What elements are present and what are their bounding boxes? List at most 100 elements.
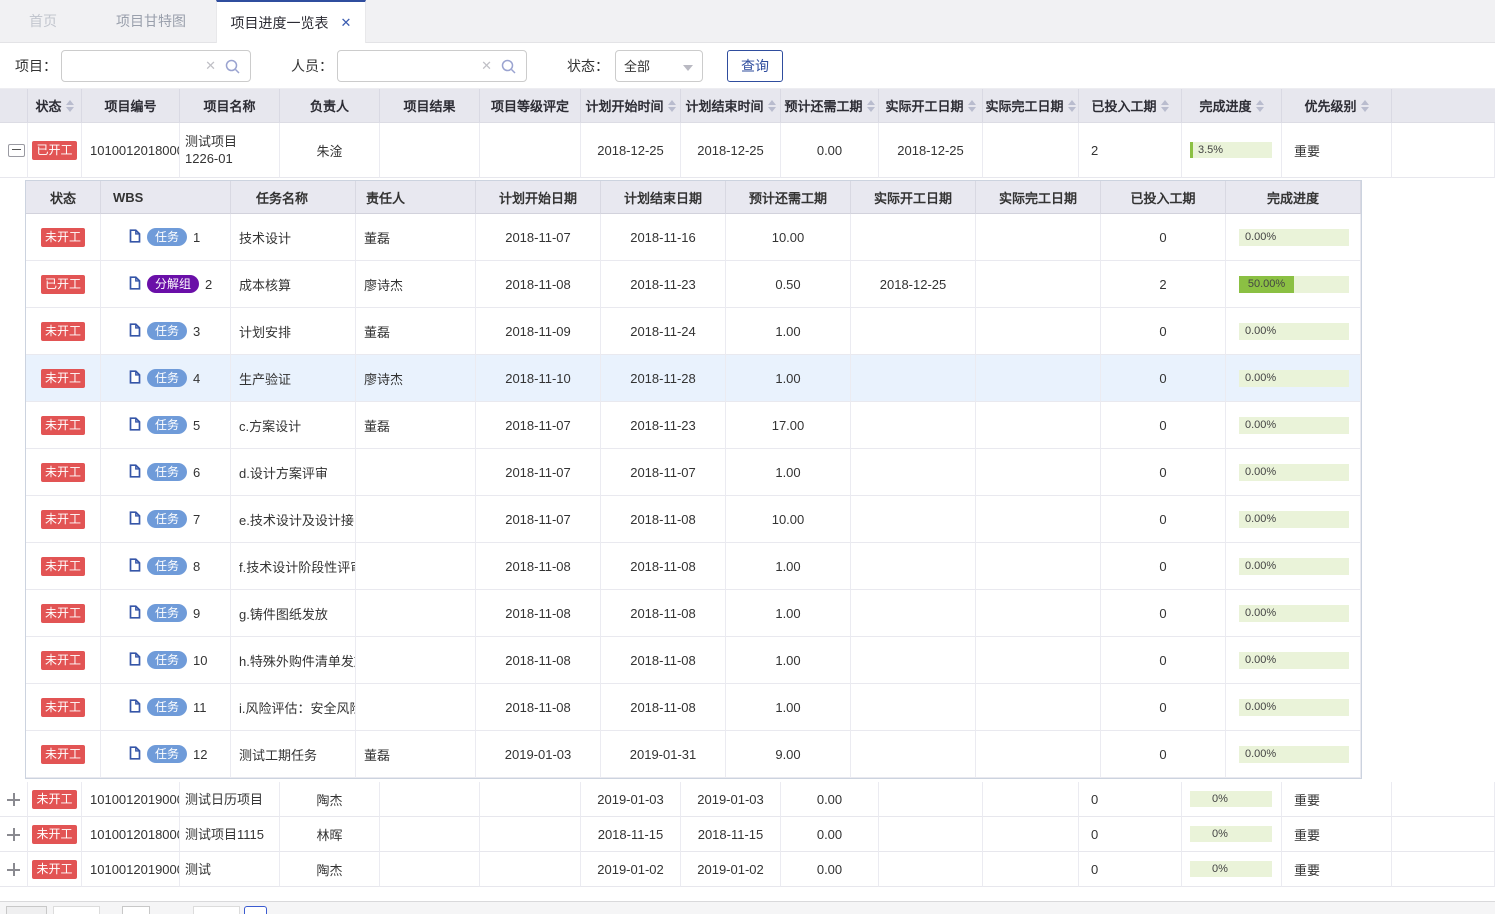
pagination-next-button[interactable] (193, 906, 240, 914)
task-cell-actual_finish (976, 496, 1101, 543)
sort-up-arrow (66, 100, 74, 105)
cell-text: 2018-11-23 (630, 418, 696, 433)
task-cell-invested: 0 (1101, 214, 1226, 261)
task-row[interactable]: 未开工任务6d.设计方案评审2018-11-072018-11-071.0000… (26, 449, 1361, 496)
task-row[interactable]: 未开工任务7e.技术设计及设计接口2018-11-072018-11-0810.… (26, 496, 1361, 543)
task-row[interactable]: 未开工任务1技术设计董磊2018-11-072018-11-1610.0000.… (26, 214, 1361, 261)
cell-text: 0 (1159, 324, 1166, 339)
task-cell-task: 生产验证 (231, 355, 356, 402)
task-cell-plan_end: 2019-01-31 (601, 731, 726, 778)
cell-text: 2018-11-07 (505, 512, 571, 527)
cell-actual_start: 2018-12-25 (879, 123, 983, 178)
sort-up-arrow (867, 100, 875, 105)
task-row[interactable]: 未开工任务4生产验证廖诗杰2018-11-102018-11-281.0000.… (26, 355, 1361, 402)
cell-text: 2018-11-08 (630, 512, 696, 527)
task-cell-owner (356, 637, 476, 684)
progress-bar: 0.00% (1239, 229, 1349, 246)
cell-text: 计划安排 (239, 322, 291, 341)
task-row[interactable]: 未开工任务3计划安排董磊2018-11-092018-11-241.0000.0… (26, 308, 1361, 355)
tab-progress-list[interactable]: 项目进度一览表 ✕ (216, 0, 366, 43)
column-header-plan_end[interactable]: 计划结束时间 (681, 89, 781, 123)
task-type-pill: 分解组 (147, 275, 199, 293)
task-cell-wbs: 任务3 (101, 308, 231, 355)
query-button[interactable]: 查询 (727, 50, 783, 82)
column-header-invested[interactable]: 已投入工期 (1079, 89, 1182, 123)
clear-icon[interactable]: ✕ (481, 58, 492, 74)
pagination-current-page[interactable] (244, 906, 267, 914)
task-row[interactable]: 已开工分解组2成本核算廖诗杰2018-11-082018-11-230.5020… (26, 261, 1361, 308)
status-badge: 未开工 (41, 510, 85, 529)
tab-home-label: 首页 (29, 11, 57, 31)
column-header-remaining[interactable]: 预计还需工期 (781, 89, 879, 123)
status-badge: 未开工 (41, 416, 85, 435)
cell-text: 成本核算 (239, 275, 291, 294)
file-icon (129, 511, 141, 528)
project-filter-input[interactable] (62, 51, 200, 81)
column-header-plan_start[interactable]: 计划开始时间 (581, 89, 681, 123)
task-row[interactable]: 未开工任务12测试工期任务董磊2019-01-032019-01-319.000… (26, 731, 1361, 778)
task-row[interactable]: 未开工任务8f.技术设计阶段性评审2018-11-082018-11-081.0… (26, 543, 1361, 590)
task-sequence-number: 2 (205, 277, 212, 292)
cell-name: 测试项目1115 (180, 817, 280, 852)
task-cell-invested: 0 (1101, 308, 1226, 355)
search-icon[interactable] (500, 58, 517, 80)
progress-bar: 50.00% (1239, 276, 1349, 293)
task-row[interactable]: 未开工任务11i.风险评估：安全风险2018-11-082018-11-081.… (26, 684, 1361, 731)
cell-text: 2018-11-10 (505, 371, 571, 386)
task-cell-actual_start (851, 496, 976, 543)
task-cell-progress: 0.00% (1226, 402, 1361, 449)
task-row[interactable]: 未开工任务10h.特殊外购件清单发放2018-11-082018-11-081.… (26, 637, 1361, 684)
column-header-actual_start[interactable]: 实际开工日期 (879, 89, 983, 123)
project-row[interactable]: 已开工1010012018000测试项目 1226-01朱淦2018-12-25… (0, 123, 1495, 178)
cell-text: 2019-01-02 (697, 862, 764, 877)
expand-row-icon[interactable] (7, 863, 20, 876)
cell-text: 0 (1159, 465, 1166, 480)
pagination-size-select[interactable] (6, 906, 47, 914)
search-icon[interactable] (224, 58, 241, 80)
clear-icon[interactable]: ✕ (205, 58, 216, 74)
column-header-priority[interactable]: 优先级别 (1282, 89, 1392, 123)
task-cell-remaining: 1.00 (726, 637, 851, 684)
cell-text: 测试项目 1226-01 (185, 133, 237, 167)
task-cell-remaining: 9.00 (726, 731, 851, 778)
column-header-actual_finish[interactable]: 实际完工日期 (983, 89, 1079, 123)
task-row[interactable]: 未开工任务5c.方案设计董磊2018-11-072018-11-2317.000… (26, 402, 1361, 449)
cell-grade (480, 817, 581, 852)
task-table: 状态WBS任务名称责任人计划开始日期计划结束日期预计还需工期实际开工日期实际完工… (25, 180, 1362, 779)
task-row[interactable]: 未开工任务9g.铸件图纸发放2018-11-082018-11-081.0000… (26, 590, 1361, 637)
pagination-page-input[interactable] (122, 906, 150, 914)
close-tab-icon[interactable]: ✕ (341, 15, 352, 31)
column-header-progress[interactable]: 完成进度 (1182, 89, 1282, 123)
task-cell-remaining: 1.00 (726, 355, 851, 402)
task-cell-invested: 2 (1101, 261, 1226, 308)
task-cell-actual_finish (976, 214, 1101, 261)
file-icon (129, 746, 141, 763)
expand-row-icon[interactable] (7, 793, 20, 806)
task-cell-owner (356, 449, 476, 496)
expand-row-icon[interactable] (7, 828, 20, 841)
project-row[interactable]: 未开工1010012018000测试项目1115林晖2018-11-152018… (0, 817, 1495, 852)
cell-plan_start: 2018-11-15 (581, 817, 681, 852)
pagination-prev-button[interactable] (53, 906, 100, 914)
cell-text: 2018-11-08 (505, 653, 571, 668)
collapse-row-icon[interactable] (8, 144, 25, 157)
column-header-status[interactable]: 状态 (28, 89, 82, 123)
cell-text: e.技术设计及设计接口 (239, 510, 356, 529)
sort-down-arrow (668, 107, 676, 112)
progress-bar: 0.00% (1239, 323, 1349, 340)
cell-text: 重要 (1294, 825, 1320, 844)
cell-expander (0, 852, 28, 887)
task-column-header-label: 计划开始日期 (499, 188, 577, 207)
project-row[interactable]: 未开工1010012019000测试陶杰2019-01-022019-01-02… (0, 852, 1495, 887)
task-sequence-number: 12 (193, 747, 207, 762)
tab-home[interactable]: 首页 (0, 0, 86, 42)
task-type-pill: 任务 (147, 416, 187, 434)
status-badge: 未开工 (41, 322, 85, 341)
file-icon (129, 229, 141, 246)
project-row[interactable]: 未开工1010012019000测试日历项目陶杰2019-01-032019-0… (0, 782, 1495, 817)
status-select[interactable]: 全部 (615, 50, 703, 82)
column-header-label: 完成进度 (1199, 96, 1251, 115)
tab-gantt[interactable]: 项目甘特图 (86, 0, 216, 42)
person-filter-input[interactable] (338, 51, 476, 81)
task-cell-progress: 0.00% (1226, 684, 1361, 731)
